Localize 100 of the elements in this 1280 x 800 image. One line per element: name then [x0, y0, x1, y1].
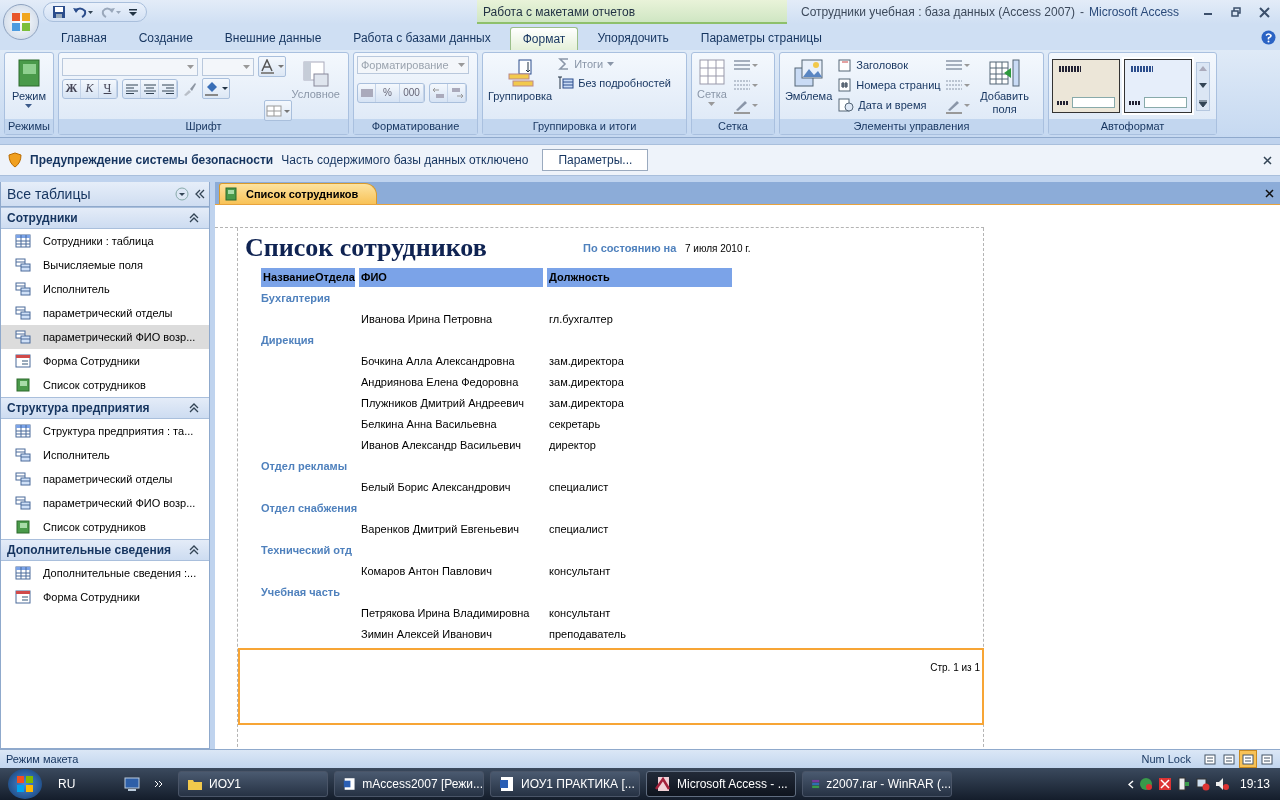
logo-button[interactable]: Эмблема: [783, 56, 835, 104]
chevron-icon[interactable]: [1127, 779, 1134, 789]
nav-item[interactable]: Дополнительные сведения :...: [1, 561, 209, 585]
ribbon-tab[interactable]: Параметры страницы: [687, 26, 835, 50]
ribbon-tab[interactable]: Главная: [48, 26, 120, 50]
close-icon[interactable]: [1263, 155, 1272, 165]
expand-gallery-icon[interactable]: [1199, 99, 1207, 107]
nav-item[interactable]: Форма Сотрудники: [1, 585, 209, 609]
add-fields-button[interactable]: Добавить поля: [974, 56, 1035, 118]
options-button[interactable]: Параметры...: [542, 149, 649, 171]
fill-color-button[interactable]: [202, 78, 230, 99]
grid-icon: [697, 58, 726, 86]
department-name: Дирекция: [261, 333, 315, 346]
security-warning-message: Часть содержимого базы данных отключено: [281, 153, 529, 167]
restore-icon[interactable]: [1231, 7, 1241, 17]
autoformat-style[interactable]: [1052, 59, 1120, 113]
nav-item[interactable]: Исполнитель: [1, 277, 209, 301]
nav-item[interactable]: параметрический отделы: [1, 467, 209, 491]
title-button[interactable]: Заголовок: [838, 58, 941, 72]
nav-item[interactable]: параметрический ФИО возр...: [1, 491, 209, 515]
chevron-icon[interactable]: [154, 780, 164, 788]
align-center-button[interactable]: [141, 79, 159, 98]
taskbar-button[interactable]: Microsoft Access - ...: [646, 771, 796, 797]
volume-icon[interactable]: [1214, 777, 1229, 791]
save-icon[interactable]: [52, 5, 66, 19]
network-icon[interactable]: [1195, 777, 1210, 791]
office-button[interactable]: [3, 4, 39, 40]
percent-button[interactable]: %: [376, 83, 400, 102]
page-footer-section[interactable]: Стр. 1 из 1: [238, 648, 984, 725]
hide-details-button[interactable]: Без подробностей: [558, 76, 671, 90]
image-icon: [793, 58, 824, 88]
caret-icon: [458, 63, 465, 67]
close-icon[interactable]: [1259, 6, 1270, 18]
query-icon: [15, 330, 31, 344]
italic-button[interactable]: К: [81, 79, 99, 98]
form-icon: [15, 354, 31, 368]
ribbon-tab[interactable]: Создание: [125, 26, 206, 50]
date-time-button[interactable]: Дата и время: [838, 98, 941, 112]
thousands-button[interactable]: 000: [400, 83, 424, 102]
nav-item[interactable]: параметрический отделы: [1, 301, 209, 325]
line-color-icon[interactable]: [944, 98, 971, 114]
bold-button[interactable]: Ж: [63, 79, 81, 98]
start-button[interactable]: [8, 769, 42, 799]
show-desktop-icon[interactable]: [124, 777, 140, 791]
nav-group-header[interactable]: Дополнительные сведения: [1, 539, 209, 561]
font-color-button[interactable]: [258, 56, 286, 77]
security-warning-title: Предупреждение системы безопасности: [30, 153, 274, 167]
undo-icon[interactable]: [72, 5, 94, 19]
align-left-button[interactable]: [123, 79, 141, 98]
sigma-icon: [558, 58, 571, 70]
tray-icon[interactable]: [1157, 777, 1172, 791]
grouping-button[interactable]: Группировка: [486, 56, 555, 104]
ribbon-tab[interactable]: Работа с базами данных: [340, 26, 504, 50]
ribbon-tab[interactable]: Внешние данные: [211, 26, 335, 50]
four-squares-icon: [10, 11, 32, 33]
nav-item[interactable]: Исполнитель: [1, 443, 209, 467]
sort-icon: [505, 58, 536, 88]
nav-item[interactable]: Сотрудники : таблица: [1, 229, 209, 253]
position-cell-text: секретарь: [548, 417, 602, 430]
nav-item[interactable]: Форма Сотрудники: [1, 349, 209, 373]
nav-group-header[interactable]: Структура предприятия: [1, 397, 209, 419]
view-button[interactable]: Режим: [10, 56, 48, 110]
nav-item[interactable]: Список сотрудников: [1, 515, 209, 539]
close-icon[interactable]: [1265, 188, 1274, 198]
report-title: Список сотрудников: [245, 233, 488, 263]
tray-icon[interactable]: [1176, 777, 1191, 791]
table-arrow-icon: [988, 58, 1021, 88]
nav-group-header[interactable]: Сотрудники: [1, 207, 209, 229]
language-indicator[interactable]: RU: [58, 777, 118, 791]
line-color-icon[interactable]: [732, 98, 759, 114]
position-cell-text: консультант: [548, 564, 612, 577]
column-header: ФИО: [359, 268, 543, 287]
ribbon-tab[interactable]: Упорядочить: [584, 26, 682, 50]
taskbar-button[interactable]: z2007.rar - WinRAR (...: [802, 771, 952, 797]
taskbar-button[interactable]: ИОУ1 ПРАКТИКА [...: [490, 771, 640, 797]
brush-icon[interactable]: [182, 80, 198, 97]
nav-item[interactable]: Список сотрудников: [1, 373, 209, 397]
autoformat-style[interactable]: [1124, 59, 1192, 113]
taskbar-button[interactable]: mAccess2007 [Режи...: [334, 771, 484, 797]
nav-item[interactable]: Вычисляемые поля: [1, 253, 209, 277]
scroll-down-icon[interactable]: [1199, 82, 1207, 88]
employee-name: Плужников Дмитрий Андреевич: [360, 396, 526, 409]
nav-item[interactable]: параметрический ФИО возр...: [1, 325, 209, 349]
underline-button[interactable]: Ч: [99, 79, 117, 98]
status-mode: Режим макета: [6, 753, 79, 765]
document-tab[interactable]: Список сотрудников: [219, 183, 378, 204]
align-right-button[interactable]: [159, 79, 177, 98]
view-switch-button[interactable]: [1239, 750, 1257, 768]
ribbon-tab[interactable]: Формат: [509, 27, 579, 50]
column-header: Должность: [547, 268, 732, 287]
help-icon[interactable]: [1261, 30, 1276, 45]
clock[interactable]: 19:13: [1239, 777, 1270, 791]
nav-item[interactable]: Структура предприятия : та...: [1, 419, 209, 443]
collapse-icon[interactable]: [195, 189, 205, 199]
customize-icon[interactable]: [128, 6, 138, 18]
position-cell-text: специалист: [548, 522, 610, 535]
employee-name: Варенков Дмитрий Евгеньевич: [360, 522, 521, 535]
page-numbers-button[interactable]: Номера страниц: [838, 78, 941, 92]
taskbar-button[interactable]: ИОУ1: [178, 771, 328, 797]
dropdown-icon[interactable]: [175, 187, 189, 201]
